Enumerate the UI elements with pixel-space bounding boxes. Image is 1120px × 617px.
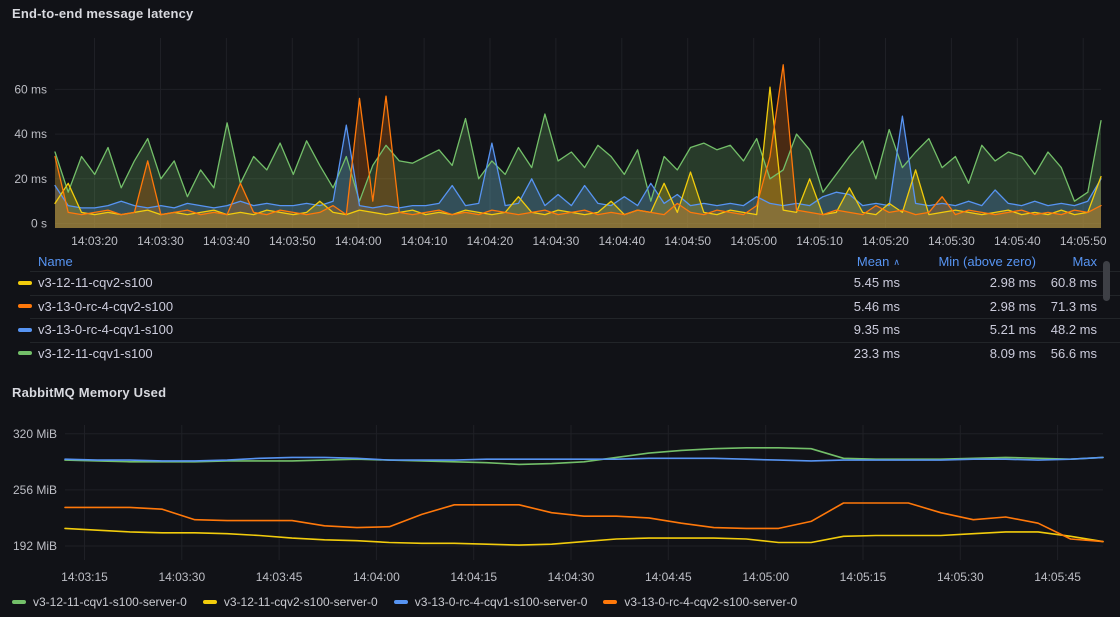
x-axis-tick-label: 14:04:30 <box>548 570 595 584</box>
max-value: 48.2 ms <box>1036 322 1097 337</box>
panel-title-latency[interactable]: End-to-end message latency <box>12 6 193 21</box>
series-name[interactable]: v3-13-0-rc-4-cqv2-s100 <box>38 299 173 314</box>
x-axis-tick-label: 14:05:00 <box>742 570 789 584</box>
series-color-swatch <box>394 600 408 604</box>
y-axis-tick-label: 60 ms <box>14 82 47 96</box>
legend-item[interactable]: v3-13-0-rc-4-cqv2-s100-server-0 <box>603 595 797 609</box>
x-axis-tick-label: 14:05:40 <box>994 234 1041 248</box>
table-row[interactable]: v3-13-0-rc-4-cqv2-s100 5.46 ms 2.98 ms 7… <box>0 295 1120 319</box>
column-header-max[interactable]: Max <box>1036 254 1097 269</box>
x-axis-tick-label: 14:03:45 <box>256 570 303 584</box>
y-axis-tick-label: 40 ms <box>14 127 47 141</box>
x-axis-tick-label: 14:05:15 <box>840 570 887 584</box>
series-color-swatch <box>18 328 32 332</box>
series-name[interactable]: v3-13-0-rc-4-cqv1-s100 <box>38 322 173 337</box>
x-axis-tick-label: 14:04:15 <box>450 570 497 584</box>
y-axis-tick-label: 192 MiB <box>13 539 57 553</box>
x-axis-tick-label: 14:03:40 <box>203 234 250 248</box>
x-axis-tick-label: 14:05:30 <box>928 234 975 248</box>
x-axis-tick-label: 14:04:20 <box>467 234 514 248</box>
dashboard: End-to-end message latency 0 s 20 ms 40 ms… <box>0 0 1120 617</box>
x-axis-tick-label: 14:05:20 <box>862 234 909 248</box>
panel-title-memory[interactable]: RabbitMQ Memory Used <box>12 385 166 400</box>
mean-value: 23.3 ms <box>780 346 900 361</box>
series-color-swatch <box>12 600 26 604</box>
y-axis-tick-label: 320 MiB <box>13 427 57 441</box>
series-name[interactable]: v3-12-11-cqv2-s100 <box>38 275 153 290</box>
series-color-swatch <box>18 304 32 308</box>
min-value: 2.98 ms <box>900 299 1036 314</box>
min-value: 8.09 ms <box>900 346 1036 361</box>
legend-item[interactable]: v3-12-11-cqv1-s100-server-0 <box>12 595 187 609</box>
table-row[interactable]: v3-13-0-rc-4-cqv1-s100 9.35 ms 5.21 ms 4… <box>0 318 1120 342</box>
series-line-v3-12-11-cqv2-s100-server-0 <box>65 528 1103 545</box>
x-axis-tick-label: 14:04:00 <box>335 234 382 248</box>
x-axis-tick-label: 14:05:10 <box>796 234 843 248</box>
series-color-swatch <box>18 351 32 355</box>
column-header-min[interactable]: Min (above zero) <box>900 254 1036 269</box>
column-header-name[interactable]: Name <box>0 254 780 269</box>
x-axis-tick-label: 14:04:00 <box>353 570 400 584</box>
y-axis-tick-label: 0 s <box>31 217 47 231</box>
latency-legend-table: Name Mean∧ Min (above zero) Max v3-12-11… <box>0 252 1120 365</box>
legend-item[interactable]: v3-13-0-rc-4-cqv1-s100-server-0 <box>394 595 588 609</box>
x-axis-tick-label: 14:05:50 <box>1060 234 1107 248</box>
x-axis-tick-label: 14:03:15 <box>61 570 108 584</box>
legend-label: v3-13-0-rc-4-cqv1-s100-server-0 <box>415 595 588 609</box>
sort-ascending-icon: ∧ <box>893 257 900 267</box>
mean-value: 9.35 ms <box>780 322 900 337</box>
mean-value: 5.46 ms <box>780 299 900 314</box>
latency-chart[interactable]: 0 s 20 ms 40 ms 60 ms 14:03:20 14:03:30 14:03:… <box>0 26 1120 252</box>
series-color-swatch <box>203 600 217 604</box>
max-value: 56.6 ms <box>1036 346 1097 361</box>
x-axis-tick-label: 14:03:30 <box>158 570 205 584</box>
x-axis-tick-label: 14:05:00 <box>730 234 777 248</box>
table-row[interactable]: v3-12-11-cqv2-s100 5.45 ms 2.98 ms 60.8 … <box>0 271 1120 295</box>
memory-legend: v3-12-11-cqv1-s100-server-0 v3-12-11-cqv… <box>12 595 797 609</box>
legend-table-header: Name Mean∧ Min (above zero) Max <box>0 252 1120 271</box>
x-axis-tick-label: 14:05:30 <box>937 570 984 584</box>
x-axis-tick-label: 14:04:45 <box>645 570 692 584</box>
x-axis-tick-label: 14:03:30 <box>137 234 184 248</box>
series-color-swatch <box>603 600 617 604</box>
series-line-v3-13-0-rc-4-cqv1-s100-server-0 <box>65 457 1103 461</box>
legend-label: v3-13-0-rc-4-cqv2-s100-server-0 <box>624 595 797 609</box>
x-axis-tick-label: 14:04:50 <box>664 234 711 248</box>
table-row[interactable]: v3-12-11-cqv1-s100 23.3 ms 8.09 ms 56.6 … <box>0 342 1120 366</box>
mean-value: 5.45 ms <box>780 275 900 290</box>
x-axis-tick-label: 14:04:40 <box>598 234 645 248</box>
memory-chart[interactable]: 192 MiB 256 MiB 320 MiB 14:03:15 14:03:30 14:… <box>0 412 1120 592</box>
x-axis-tick-label: 14:03:20 <box>71 234 118 248</box>
column-header-mean[interactable]: Mean∧ <box>780 254 900 269</box>
x-axis-tick-label: 14:05:45 <box>1034 570 1081 584</box>
legend-label: v3-12-11-cqv2-s100-server-0 <box>224 595 378 609</box>
min-value: 5.21 ms <box>900 322 1036 337</box>
series-color-swatch <box>18 281 32 285</box>
series-line-v3-12-11-cqv1-s100-server-0 <box>65 448 1103 465</box>
min-value: 2.98 ms <box>900 275 1036 290</box>
max-value: 60.8 ms <box>1036 275 1097 290</box>
x-axis-tick-label: 14:04:30 <box>533 234 580 248</box>
x-axis-tick-label: 14:03:50 <box>269 234 316 248</box>
y-axis-tick-label: 20 ms <box>14 172 47 186</box>
legend-item[interactable]: v3-12-11-cqv2-s100-server-0 <box>203 595 378 609</box>
series-name[interactable]: v3-12-11-cqv1-s100 <box>38 346 153 361</box>
legend-label: v3-12-11-cqv1-s100-server-0 <box>33 595 187 609</box>
x-axis-tick-label: 14:04:10 <box>401 234 448 248</box>
y-axis-tick-label: 256 MiB <box>13 483 57 497</box>
table-scrollbar[interactable] <box>1103 261 1110 301</box>
max-value: 71.3 ms <box>1036 299 1097 314</box>
